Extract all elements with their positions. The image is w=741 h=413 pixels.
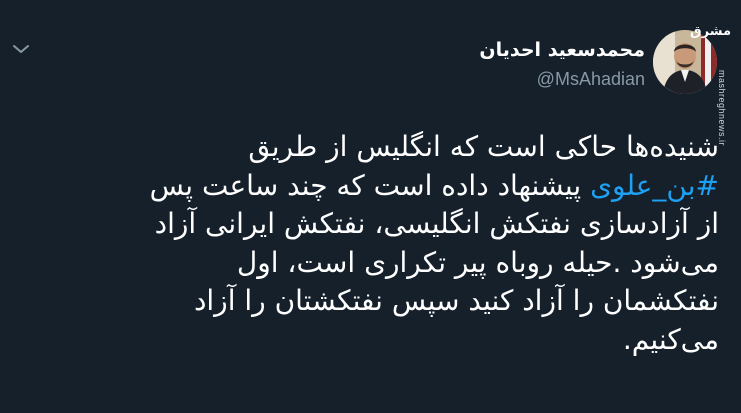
tweet-line-5: نفتکشمان را آزاد کنید سپس نفتکشتان را آز…: [193, 284, 719, 317]
tweet-line-2: پیشنهاد داده است که چند ساعت پس: [149, 168, 591, 202]
tweet-text: شنیده‌ها حاکی است که انگلیس از طریق #بن_…: [19, 128, 719, 359]
display-name[interactable]: محمدسعید احدیان: [479, 38, 645, 62]
tweet-line-1: شنیده‌ها حاکی است که انگلیس از طریق: [248, 130, 719, 163]
watermark-logo: مشرق: [690, 24, 731, 39]
tweet-line-4: می‌شود .حیله روباه پیر تکراری است، اول: [236, 245, 719, 279]
chevron-down-icon[interactable]: [10, 40, 32, 58]
watermark: مشرق mashreghnews.ir: [690, 14, 735, 146]
tweet-line-6: می‌کنیم.: [622, 322, 719, 356]
avatar[interactable]: [653, 30, 717, 94]
tweet-header: محمدسعید احدیان @MsAhadian: [479, 38, 645, 90]
hashtag-link[interactable]: #بن_علوی: [590, 169, 719, 202]
tweet-card: محمدسعید احدیان @MsAhadian مشرق mashregh…: [0, 0, 741, 413]
tweet-line-3: از آزادسازی نفتکش انگلیسی، نفتکش ایرانی …: [154, 207, 719, 240]
user-handle[interactable]: @MsAhadian: [479, 68, 645, 90]
